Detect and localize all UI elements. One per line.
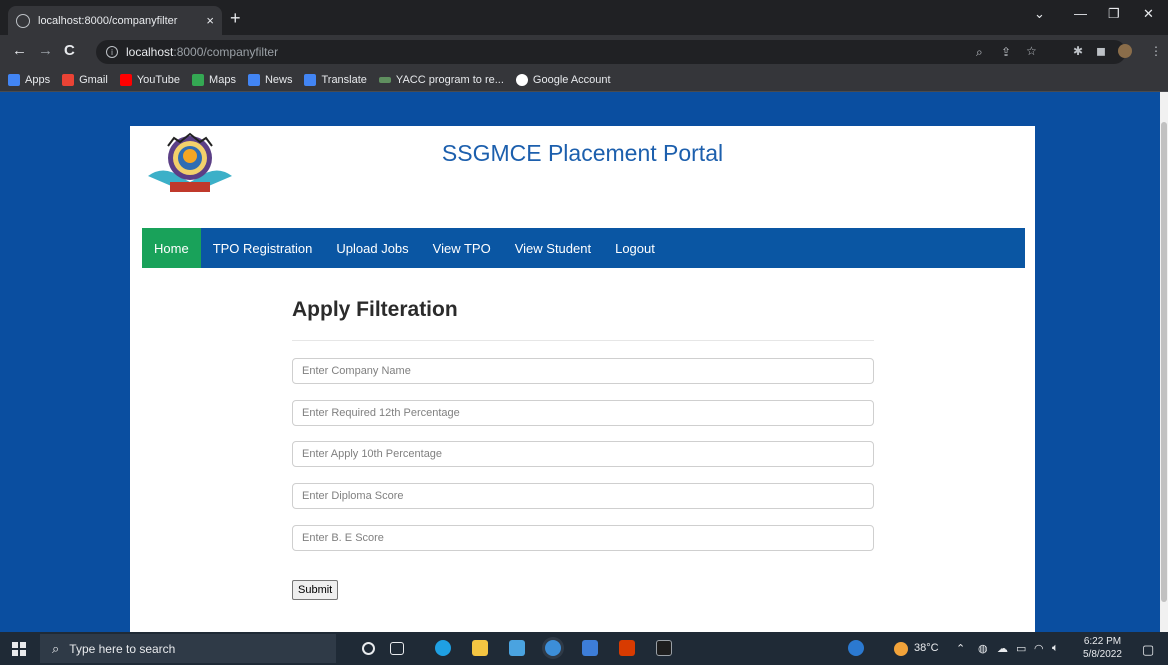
bookmark-label: Maps — [209, 73, 236, 86]
link-icon — [378, 76, 391, 83]
terminal-icon[interactable] — [656, 640, 672, 656]
page-scrollbar[interactable] — [1160, 92, 1168, 632]
company-name-input[interactable] — [292, 358, 874, 384]
nav-logout[interactable]: Logout — [603, 228, 667, 268]
bookmark-label: Apps — [25, 73, 51, 86]
bookmark-gmail[interactable]: Gmail — [62, 73, 108, 86]
bookmark-label: YouTube — [136, 73, 181, 86]
main-nav: Home TPO Registration Upload Jobs View T… — [142, 228, 1025, 268]
address-bar[interactable]: i localhost:8000/companyfilter ⌕ ⇪ ☆ — [96, 40, 1126, 64]
twelfth-percentage-input[interactable] — [292, 400, 874, 426]
taskbar-search[interactable]: ⌕ Type here to search — [40, 634, 336, 663]
reload-icon[interactable]: C — [64, 42, 75, 59]
youtube-icon — [119, 73, 132, 86]
bookmark-label: Google Account — [532, 73, 611, 86]
url-host: localhost — [126, 45, 174, 59]
tab-search-icon[interactable]: ⌄ — [1034, 6, 1045, 22]
be-score-input[interactable] — [292, 525, 874, 551]
tab-close-icon[interactable]: × — [206, 13, 214, 28]
wifi-icon[interactable]: ◠ — [1034, 642, 1044, 655]
close-window-icon[interactable]: ✕ — [1143, 6, 1154, 22]
chrome-icon[interactable] — [545, 640, 561, 656]
gmail-icon — [62, 73, 75, 86]
globe-icon — [16, 13, 30, 28]
weather-temp[interactable]: 38°C — [914, 642, 939, 654]
taskbar-search-placeholder: Type here to search — [69, 641, 176, 656]
battery-icon[interactable]: ▭ — [1016, 642, 1026, 655]
apps-grid-icon — [8, 73, 20, 86]
news-icon — [247, 73, 260, 86]
clock-date: 5/8/2022 — [1083, 649, 1122, 660]
scrollbar-thumb[interactable] — [1161, 122, 1167, 602]
edge-icon[interactable] — [435, 640, 451, 656]
new-tab-button[interactable]: + — [230, 8, 241, 28]
file-explorer-icon[interactable] — [472, 640, 488, 656]
meet-icon[interactable]: ◍ — [978, 642, 988, 655]
weather-icon[interactable] — [894, 642, 908, 656]
translate-icon — [304, 73, 317, 86]
browser-toolbar: ← → C i localhost:8000/companyfilter ⌕ ⇪… — [0, 35, 1168, 68]
tray-chevron-icon[interactable]: ⌃ — [956, 642, 965, 655]
menu-icon[interactable]: ⋮ — [1150, 44, 1162, 58]
heading-divider — [292, 340, 874, 341]
portal-container: SSGMCE Placement Portal Home TPO Registr… — [130, 126, 1035, 632]
side-panel-icon[interactable]: ◼ — [1096, 44, 1106, 58]
browser-tab[interactable]: localhost:8000/companyfilter × — [8, 6, 222, 35]
nav-view-student[interactable]: View Student — [503, 228, 603, 268]
info-icon[interactable]: i — [106, 46, 118, 58]
diploma-score-input[interactable] — [292, 483, 874, 509]
bookmark-yacc[interactable]: YACC program to re... — [378, 73, 504, 86]
help-icon[interactable] — [848, 640, 864, 656]
bookmark-label: Translate — [321, 73, 367, 86]
profile-avatar[interactable] — [1118, 44, 1132, 58]
bookmark-maps[interactable]: Maps — [192, 73, 236, 86]
taskbar-clock[interactable]: 6:22 PM 5/8/2022 — [1083, 635, 1122, 661]
site-title: SSGMCE Placement Portal — [441, 140, 724, 166]
share-icon[interactable]: ⇪ — [1001, 45, 1011, 59]
nav-upload-jobs[interactable]: Upload Jobs — [324, 228, 420, 268]
nav-view-tpo[interactable]: View TPO — [421, 228, 503, 268]
tenth-percentage-input[interactable] — [292, 441, 874, 467]
zoom-icon[interactable]: ⌕ — [976, 45, 983, 60]
minimize-icon[interactable]: — — [1074, 6, 1087, 21]
clock-time: 6:22 PM — [1083, 636, 1122, 647]
store-icon[interactable] — [582, 640, 598, 656]
bookmark-youtube[interactable]: YouTube — [119, 73, 181, 86]
task-view-icon[interactable] — [390, 642, 404, 655]
volume-icon[interactable]: 🔈︎ — [1052, 642, 1059, 655]
office-icon[interactable] — [619, 640, 635, 656]
bookmark-translate[interactable]: Translate — [304, 73, 367, 86]
bookmark-apps[interactable]: Apps — [8, 73, 51, 86]
maps-icon — [192, 73, 205, 86]
windows-start-icon[interactable] — [12, 642, 26, 656]
extensions-icon[interactable]: ✱ — [1073, 44, 1083, 58]
bookmark-label: Gmail — [79, 73, 108, 86]
tab-title: localhost:8000/companyfilter — [38, 14, 178, 27]
nav-tpo-registration[interactable]: TPO Registration — [201, 228, 325, 268]
onedrive-icon[interactable]: ☁ — [997, 642, 1008, 655]
bookmark-news[interactable]: News — [247, 73, 293, 86]
mail-icon[interactable] — [509, 640, 525, 656]
cortana-icon[interactable] — [362, 642, 375, 655]
browser-tab-strip: localhost:8000/companyfilter × + ⌄ — ❐ ✕ — [0, 0, 1168, 35]
nav-home[interactable]: Home — [142, 228, 201, 268]
bookmark-label: YACC program to re... — [395, 73, 504, 86]
url-path: :8000/companyfilter — [173, 45, 279, 59]
windows-taskbar: ⌕ Type here to search 38°C ⌃ ◍ ☁ ▭ ◠ 🔈︎ … — [0, 632, 1168, 665]
restore-icon[interactable]: ❐ — [1108, 6, 1120, 22]
form-heading: Apply Filteration — [292, 298, 458, 321]
back-icon[interactable]: ← — [12, 42, 27, 59]
submit-button[interactable]: Submit — [292, 580, 339, 600]
bookmarks-bar: Apps Gmail YouTube Maps News Translate Y… — [0, 68, 1168, 92]
search-icon: ⌕ — [52, 640, 60, 656]
bookmark-label: News — [264, 73, 293, 86]
page-viewport: SSGMCE Placement Portal Home TPO Registr… — [0, 92, 1168, 632]
bookmark-google-account[interactable]: Google Account — [515, 73, 611, 86]
bookmark-star-icon[interactable]: ☆ — [1026, 44, 1037, 58]
forward-icon[interactable]: → — [38, 42, 53, 59]
notifications-icon[interactable]: ▢ — [1142, 642, 1154, 658]
google-icon — [515, 73, 528, 86]
